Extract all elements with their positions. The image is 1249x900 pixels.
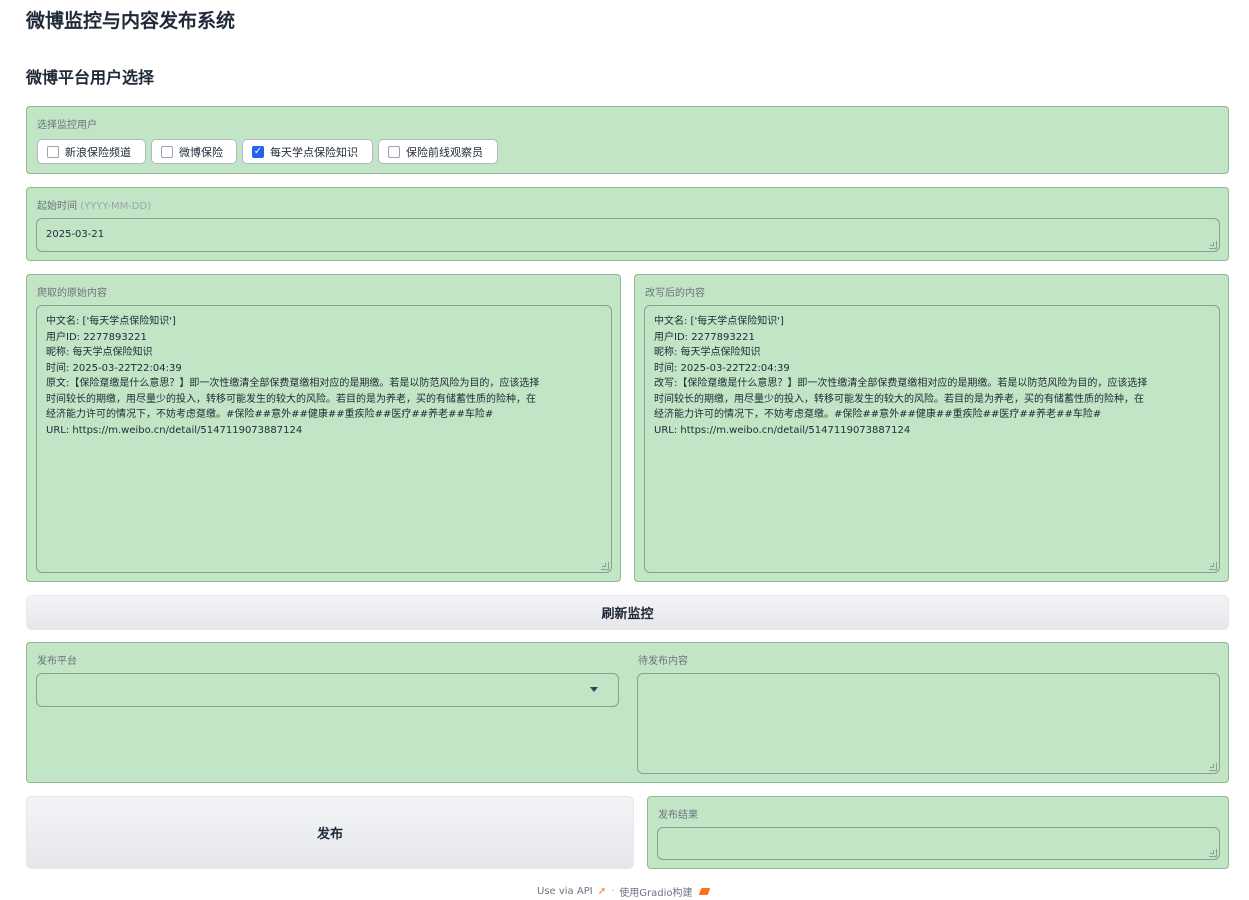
text-line: 昵称: 每天学点保险知识 xyxy=(654,347,761,358)
resize-handle-icon[interactable] xyxy=(1209,763,1217,771)
rocket-icon: ➚ xyxy=(597,886,607,897)
checkbox-weibo-insurance[interactable]: 微博保险 xyxy=(151,139,237,164)
checkbox-box[interactable] xyxy=(161,145,173,158)
original-content-label: 爬取的原始内容 xyxy=(37,288,107,299)
pending-content-label: 待发布内容 xyxy=(638,656,688,667)
original-content-block: 爬取的原始内容 中文名: ['每天学点保险知识'] 用户ID: 22778932… xyxy=(26,274,621,582)
start-time-block: 起始时间 (YYYY-MM-DD) 2025-03-21 xyxy=(26,187,1229,261)
rewritten-content-block: 改写后的内容 中文名: ['每天学点保险知识'] 用户ID: 227789322… xyxy=(634,274,1229,582)
checkbox-daily-insurance[interactable]: ✓ 每天学点保险知识 xyxy=(242,139,373,164)
start-time-label-text: 起始时间 xyxy=(37,201,77,212)
built-with-gradio-link[interactable]: 使用Gradio构建 xyxy=(619,884,692,899)
text-line: 中文名: ['每天学点保险知识'] xyxy=(46,316,176,327)
rewritten-content-label: 改写后的内容 xyxy=(645,288,705,299)
text-line: 改写:【保险趸缴是什么意思？】即一次性缴清全部保费趸缴相对应的是期缴。若是以防范… xyxy=(654,378,1148,389)
resize-handle-icon[interactable] xyxy=(1209,849,1217,857)
checkbox-box[interactable] xyxy=(47,145,59,158)
resize-handle-icon[interactable] xyxy=(601,562,609,570)
text-line: 经济能力许可的情况下，不妨考虑趸缴。#保险##意外##健康##重疾险##医疗##… xyxy=(46,409,494,420)
text-line: 时间较长的期缴，用尽量少的投入，转移可能发生的较大的风险。若目的是为养老，买的有… xyxy=(46,393,536,405)
text-line: URL: https://m.weibo.cn/detail/514711907… xyxy=(654,424,911,436)
gradio-logo-icon xyxy=(698,888,710,895)
use-via-api-link[interactable]: Use via API xyxy=(537,886,593,897)
checkbox-box-checked[interactable]: ✓ xyxy=(252,145,264,158)
text-line: 时间: 2025-03-22T22:04:39 xyxy=(654,362,790,374)
section-title: 微博平台用户选择 xyxy=(26,68,155,87)
chevron-down-icon[interactable] xyxy=(590,687,598,692)
text-line: 用户ID: 2277893221 xyxy=(654,331,755,343)
checkmark-icon: ✓ xyxy=(253,145,263,157)
text-line: 时间较长的期缴，用尽量少的投入，转移可能发生的较大的风险。若目的是为养老，买的有… xyxy=(654,393,1144,405)
checkbox-box[interactable] xyxy=(388,145,400,158)
publish-result-textarea[interactable] xyxy=(657,827,1220,860)
checkbox-frontline-observer[interactable]: 保险前线观察员 xyxy=(378,139,498,164)
publish-result-label: 发布结果 xyxy=(658,810,698,821)
checkbox-sina-insurance[interactable]: 新浪保险频道 xyxy=(37,139,146,164)
monitor-users-group: 选择监控用户 新浪保险频道 微博保险 ✓ 每天学点保险知识 保险前线观察员 xyxy=(26,106,1229,174)
publish-platform-dropdown[interactable] xyxy=(36,673,619,707)
monitor-users-label: 选择监控用户 xyxy=(37,120,97,131)
pending-content-textarea[interactable] xyxy=(637,673,1220,774)
start-time-value: 2025-03-21 xyxy=(46,229,105,240)
text-line: 原文:【保险趸缴是什么意思？】即一次性缴清全部保费趸缴相对应的是期缴。若是以防范… xyxy=(46,378,540,389)
text-line: 昵称: 每天学点保险知识 xyxy=(46,347,153,358)
publish-block: 发布平台 待发布内容 xyxy=(26,642,1229,783)
text-line: 时间: 2025-03-22T22:04:39 xyxy=(46,362,182,374)
checkbox-label: 微博保险 xyxy=(179,145,223,159)
text-line: 用户ID: 2277893221 xyxy=(46,331,147,343)
page-title: 微博监控与内容发布系统 xyxy=(26,10,236,32)
start-time-input[interactable]: 2025-03-21 xyxy=(36,218,1220,252)
text-line: 中文名: ['每天学点保险知识'] xyxy=(654,316,784,327)
publish-result-block: 发布结果 xyxy=(647,796,1229,869)
text-line: 经济能力许可的情况下，不妨考虑趸缴。#保险##意外##健康##重疾险##医疗##… xyxy=(654,409,1102,420)
start-time-label: 起始时间 (YYYY-MM-DD) xyxy=(37,197,151,212)
refresh-monitor-button[interactable]: 刷新监控 xyxy=(26,595,1229,630)
resize-handle-icon[interactable] xyxy=(1209,241,1217,249)
publish-button[interactable]: 发布 xyxy=(26,796,634,869)
footer: Use via API ➚ · 使用Gradio构建 xyxy=(537,884,710,899)
rewritten-content-textarea[interactable]: 中文名: ['每天学点保险知识'] 用户ID: 2277893221 昵称: 每… xyxy=(644,305,1220,573)
checkbox-label: 新浪保险频道 xyxy=(65,145,131,159)
original-content-textarea[interactable]: 中文名: ['每天学点保险知识'] 用户ID: 2277893221 昵称: 每… xyxy=(36,305,612,573)
text-line: URL: https://m.weibo.cn/detail/514711907… xyxy=(46,424,303,436)
resize-handle-icon[interactable] xyxy=(1209,562,1217,570)
start-time-format-hint: (YYYY-MM-DD) xyxy=(80,201,152,212)
publish-platform-label: 发布平台 xyxy=(37,656,77,667)
footer-separator: · xyxy=(611,886,615,897)
checkbox-label: 每天学点保险知识 xyxy=(270,145,358,159)
checkbox-label: 保险前线观察员 xyxy=(406,145,483,159)
